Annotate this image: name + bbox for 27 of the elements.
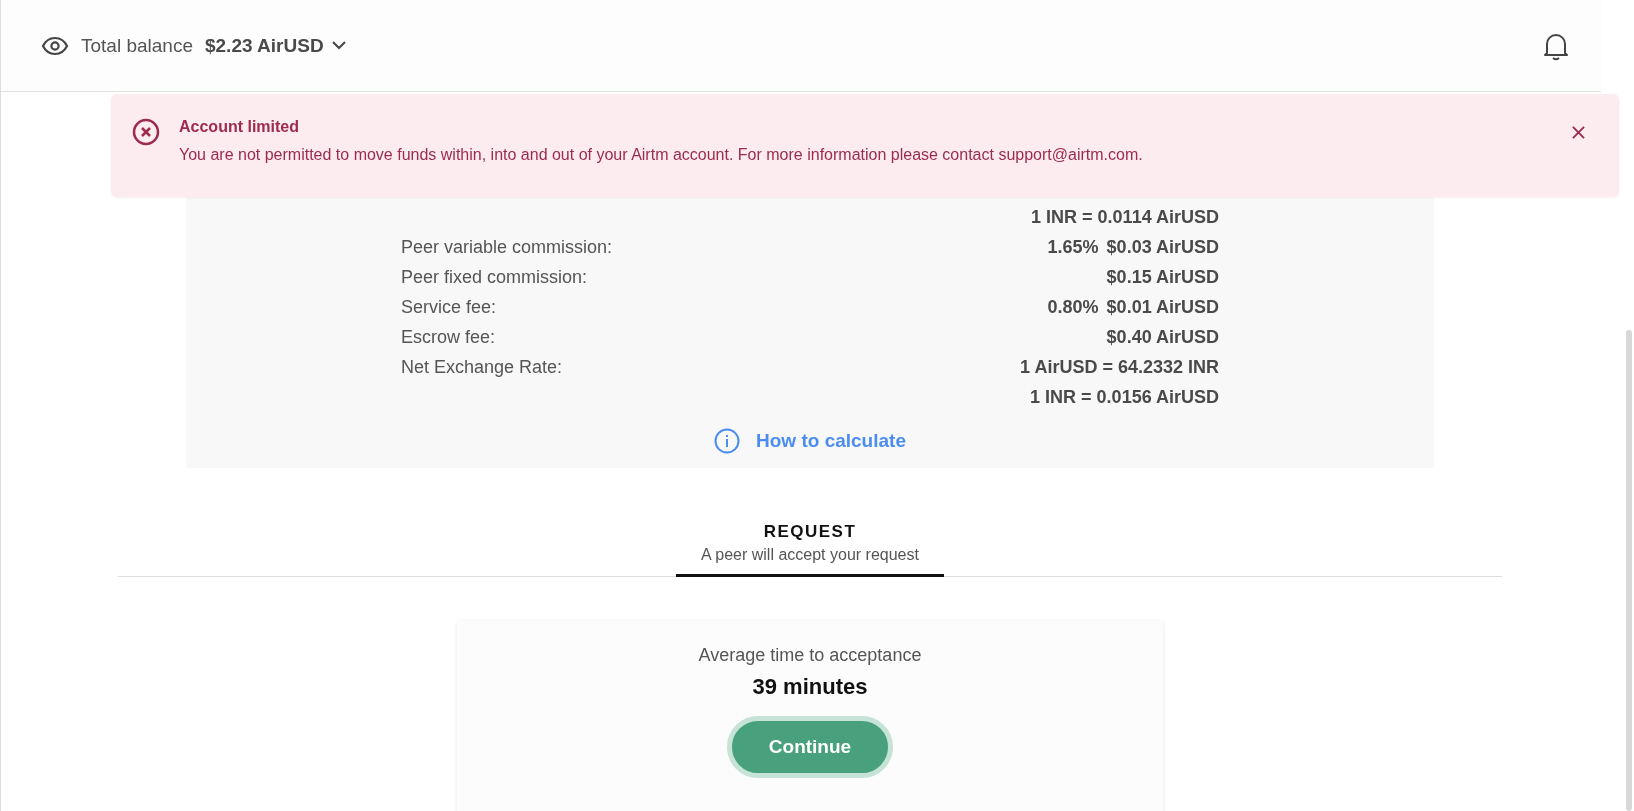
fee-label: Escrow fee:: [401, 326, 496, 348]
eye-icon[interactable]: [41, 35, 69, 56]
acceptance-caption: Average time to acceptance: [698, 645, 922, 666]
fee-label: Peer fixed commission:: [401, 266, 588, 288]
fee-value: 1 AirUSD = 64.2332 INR: [1020, 356, 1219, 378]
fee-value: $0.15 AirUSD: [1106, 266, 1219, 288]
fee-value: $0.03 AirUSD: [1106, 236, 1219, 258]
fee-label: Net Exchange Rate:: [401, 356, 563, 378]
fee-label: Peer variable commission:: [401, 236, 613, 258]
fee-value: 1 INR = 0.0114 AirUSD: [1031, 206, 1219, 228]
fee-value: 0.80%: [1047, 296, 1099, 318]
fee-value: $0.01 AirUSD: [1106, 296, 1219, 318]
request-tab[interactable]: REQUEST A peer will accept your request: [676, 512, 944, 577]
error-circle-icon: [132, 118, 160, 146]
scrollbar[interactable]: [1626, 330, 1632, 811]
fee-label: Service fee:: [401, 296, 497, 318]
alert-title: Account limited: [179, 118, 300, 136]
close-icon: [1572, 126, 1585, 139]
acceptance-time: 39 minutes: [752, 674, 868, 700]
alert-message: You are not permitted to move funds within, into and out of your Airtm account. For more information please contact support@airtm.com.: [179, 146, 1144, 164]
balance-dropdown[interactable]: $2.23 AirUSD: [204, 34, 346, 57]
chevron-down-icon: [331, 41, 346, 50]
info-icon: [714, 428, 741, 454]
balance-label: Total balance: [81, 34, 193, 57]
fee-value: $0.40 AirUSD: [1106, 326, 1219, 348]
fee-value: 1 INR = 0.0156 AirUSD: [1030, 386, 1219, 408]
fee-value: 1.65%: [1047, 236, 1099, 258]
